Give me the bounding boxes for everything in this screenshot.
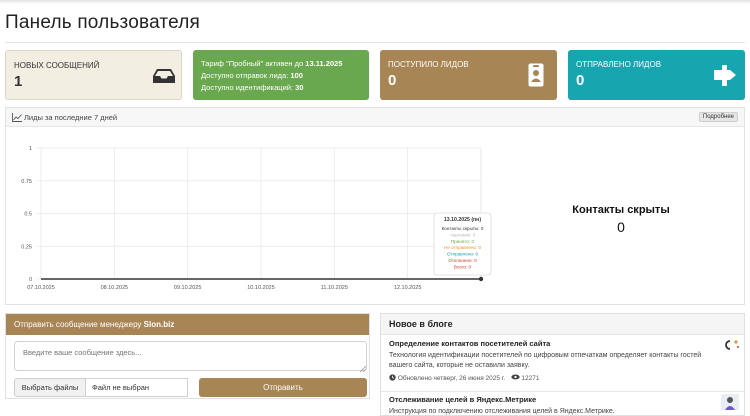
blog-post-views: 12271	[521, 375, 540, 382]
hidden-contacts-label: Контакты скрыты	[572, 204, 670, 216]
resize-handle-icon[interactable]	[360, 366, 366, 372]
x-tick-label: 09.10.2025	[174, 285, 202, 291]
y-tick-label: 0.25	[21, 244, 32, 250]
leads-sent-count: 0	[576, 72, 585, 89]
top-shadow	[0, 0, 750, 4]
views-eye-icon	[510, 374, 520, 380]
choose-files-button[interactable]: Выбрать файлы	[14, 378, 86, 397]
send-button[interactable]: Отправить	[199, 378, 367, 397]
blog-post-desc: Технология идентификации посетителей по …	[389, 352, 702, 369]
tariff-line-1: Тариф "Пробный" активен до 13.11.2025	[201, 59, 343, 68]
tooltip-row: Черновик: 0	[450, 232, 476, 237]
new-messages-count: 1	[14, 73, 23, 90]
leads-sent-card[interactable]: ОТПРАВЛЕНО ЛИДОВ 0	[568, 50, 745, 100]
new-messages-label: НОВЫХ СООБЩЕНИЙ	[14, 61, 100, 70]
data-point	[478, 276, 484, 282]
x-tick-label: 12.10.2025	[394, 285, 422, 291]
chart-panel-header: Лиды за последние 7 дней Подробнее	[6, 108, 744, 127]
tooltip-row: Не отправлено: 0	[444, 245, 482, 250]
line-chart-icon	[12, 113, 22, 122]
blog-post-divider	[381, 391, 744, 392]
x-tick-label: 07.10.2025	[27, 285, 55, 291]
tariff-line-3: Доступно идентификаций: 30	[201, 83, 304, 92]
blog-panel: Новое в блоге Определение контактов посе…	[380, 313, 745, 416]
tariff-line-2: Доступно отправок лида: 100	[201, 71, 303, 80]
contact-card-icon	[528, 63, 544, 87]
tariff-card: Тариф "Пробный" активен до 13.11.2025 До…	[193, 50, 369, 100]
blog-post[interactable]: Определение контактов посетителей сайта …	[389, 339, 734, 382]
tooltip-row: Контакты скрыты: 0	[442, 226, 484, 231]
x-tick-label: 10.10.2025	[247, 285, 275, 291]
metrika-thumbnail-icon	[721, 394, 739, 410]
clock-icon	[389, 374, 396, 381]
blog-post-updated: Обновлено четверг, 26 июня 2025 г.	[397, 375, 506, 382]
manager-message-panel: Отправить сообщение менеджеру Slon.biz В…	[5, 313, 370, 399]
tooltip-row: Отправлено: 0	[447, 252, 478, 257]
new-messages-card[interactable]: НОВЫХ СООБЩЕНИЙ 1	[5, 50, 182, 100]
tooltip-row: Отклонено: 0	[448, 258, 477, 263]
y-tick-label: 0	[29, 277, 32, 283]
blog-post-desc: Инструкция по подключению отслеживания ц…	[389, 408, 615, 415]
blog-title: Новое в блоге	[381, 314, 744, 335]
blog-post-meta: Обновлено четверг, 26 июня 2025 г. 12271	[389, 374, 734, 382]
chart-title: Лиды за последние 7 дней	[24, 113, 118, 122]
message-input[interactable]	[14, 341, 367, 371]
blog-post-title[interactable]: Определение контактов посетителей сайта	[389, 339, 734, 348]
y-tick-label: 1	[29, 146, 32, 152]
details-button[interactable]: Подробнее	[698, 112, 738, 122]
title-divider	[5, 42, 745, 43]
y-tick-label: 0.5	[24, 212, 32, 218]
page-title: Панель пользователя	[5, 12, 201, 33]
inbox-icon	[153, 69, 175, 83]
leads-line-chart: 0 0.25 0.5 0.75 1 07.10.2025 08.10.2025 09.10.2…	[21, 146, 492, 291]
leads-chart-panel: Лиды за последние 7 дней Подробнее 0 0.25…	[5, 107, 745, 305]
tooltip-row: Всего: 0	[454, 264, 472, 269]
hidden-contacts-count: 0	[617, 219, 625, 235]
tooltip-title: 13.10.2025 (пн)	[444, 217, 481, 223]
leads-received-card[interactable]: ПОСТУПИЛО ЛИДОВ 0	[380, 50, 557, 100]
tooltip-row: Принято: 0	[451, 239, 475, 244]
message-panel-header: Отправить сообщение менеджеру Slon.biz	[6, 314, 369, 335]
x-tick-label: 08.10.2025	[101, 285, 129, 291]
hidden-contacts-box: Контакты скрыты 0	[526, 204, 716, 235]
leads-sent-label: ОТПРАВЛЕНО ЛИДОВ	[576, 60, 662, 69]
fingerprint-thumbnail-icon	[725, 340, 739, 350]
y-tick-label: 0.75	[21, 179, 32, 185]
file-name-display: Файл не выбран	[86, 378, 188, 397]
leads-received-label: ПОСТУПИЛО ЛИДОВ	[388, 60, 469, 69]
leads-received-count: 0	[388, 72, 397, 89]
blog-post[interactable]: Отслеживание целей в Яндекс.Метрике Инст…	[389, 395, 734, 415]
blog-post-title[interactable]: Отслеживание целей в Яндекс.Метрике	[389, 395, 734, 404]
x-tick-label: 11.10.2025	[321, 285, 348, 291]
signpost-icon	[714, 65, 736, 86]
